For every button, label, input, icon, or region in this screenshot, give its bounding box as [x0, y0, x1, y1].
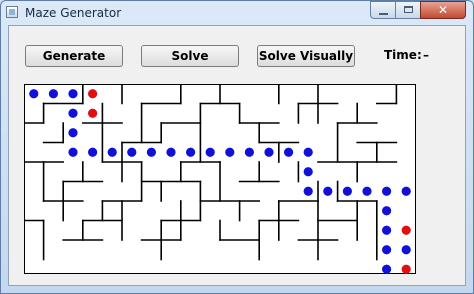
- path-dot: [68, 128, 78, 138]
- visited-cell-dot: [88, 108, 98, 118]
- path-dot: [88, 147, 98, 157]
- path-dot: [146, 147, 156, 157]
- path-dot: [68, 108, 78, 118]
- path-dot: [166, 147, 176, 157]
- path-dot: [48, 89, 58, 99]
- minimize-button[interactable]: [370, 1, 396, 19]
- maze-canvas[interactable]: [24, 84, 416, 274]
- path-dot: [362, 186, 372, 196]
- time-label: Time:: [384, 48, 422, 62]
- path-dot: [323, 186, 333, 196]
- path-dot: [382, 245, 392, 255]
- path-dot: [68, 147, 78, 157]
- path-dot: [382, 225, 392, 235]
- maximize-button[interactable]: [395, 1, 421, 19]
- visited-cell-dot: [401, 225, 411, 235]
- visited-cell-dot: [401, 264, 411, 274]
- path-dot: [382, 186, 392, 196]
- minimize-icon: [379, 13, 388, 15]
- visited-cell-dot: [88, 89, 98, 99]
- path-dot: [382, 264, 392, 274]
- path-dot: [29, 89, 39, 99]
- path-dot: [401, 245, 411, 255]
- path-dot: [244, 147, 254, 157]
- generate-button[interactable]: Generate: [25, 45, 123, 67]
- path-dot: [107, 147, 117, 157]
- path-dot: [205, 147, 215, 157]
- path-dot: [127, 147, 137, 157]
- path-dot: [401, 186, 411, 196]
- title-bar[interactable]: Maze Generator ✕: [1, 1, 473, 25]
- path-dot: [303, 186, 313, 196]
- app-window-icon[interactable]: [6, 6, 18, 18]
- window-title: Maze Generator: [25, 6, 122, 20]
- maximize-icon: [404, 6, 413, 13]
- path-dot: [303, 147, 313, 157]
- path-dot: [225, 147, 235, 157]
- app-window: Maze Generator ✕ Generate Solve Solve Vi…: [0, 0, 474, 294]
- path-dot: [186, 147, 196, 157]
- path-dot: [342, 186, 352, 196]
- close-button[interactable]: ✕: [420, 1, 466, 19]
- path-dot: [382, 206, 392, 216]
- path-dot: [264, 147, 274, 157]
- close-icon: ✕: [437, 3, 449, 17]
- path-dot: [284, 147, 294, 157]
- time-value: –: [423, 48, 429, 62]
- solve-button[interactable]: Solve: [141, 45, 239, 67]
- solve-visually-button[interactable]: Solve Visually: [257, 45, 355, 67]
- path-dot: [68, 89, 78, 99]
- path-dot: [303, 167, 313, 177]
